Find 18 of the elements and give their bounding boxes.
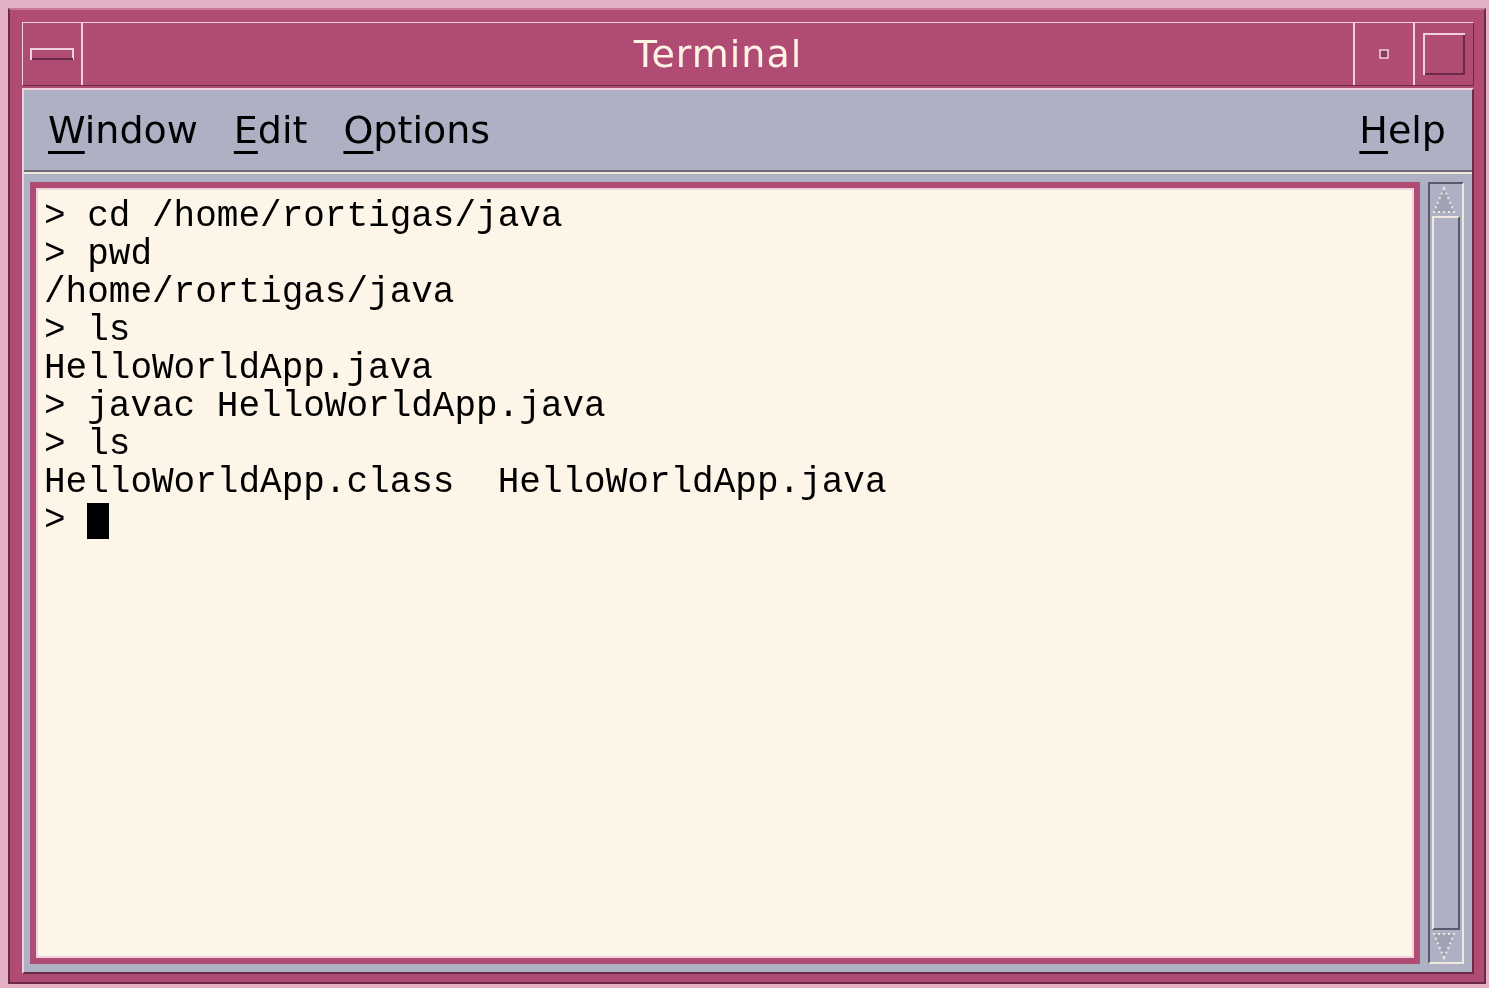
terminal-line: HelloWorldApp.class HelloWorldApp.java	[44, 464, 887, 502]
help-menu[interactable]: Help	[1359, 108, 1446, 152]
terminal-line: /home/rortigas/java	[44, 274, 455, 312]
terminal-line: HelloWorldApp.java	[44, 350, 433, 388]
menu-item[interactable]: Edit	[233, 108, 308, 152]
menu-item[interactable]: Window	[48, 108, 198, 152]
terminal-line: > ls	[44, 312, 131, 350]
terminal-line: > javac HelloWorldApp.java	[44, 388, 606, 426]
window-title: Terminal	[633, 32, 803, 76]
menu-item[interactable]: Options	[343, 108, 491, 152]
large-square-icon	[1423, 33, 1465, 75]
terminal-line: >	[44, 502, 67, 540]
bar-icon	[30, 48, 74, 60]
terminal-line: > ls	[44, 426, 131, 464]
terminal-line: > cd /home/rortigas/java	[44, 198, 563, 236]
small-square-icon	[1379, 49, 1389, 59]
terminal-pane[interactable]: > cd /home/rortigas/java > pwd /home/rortigas/java > ls HelloWorldApp.java > javac HelloWorldApp.java > ls HelloWorldApp.class HelloWorldApp.java >	[30, 182, 1420, 964]
terminal-line: > pwd	[44, 236, 153, 274]
